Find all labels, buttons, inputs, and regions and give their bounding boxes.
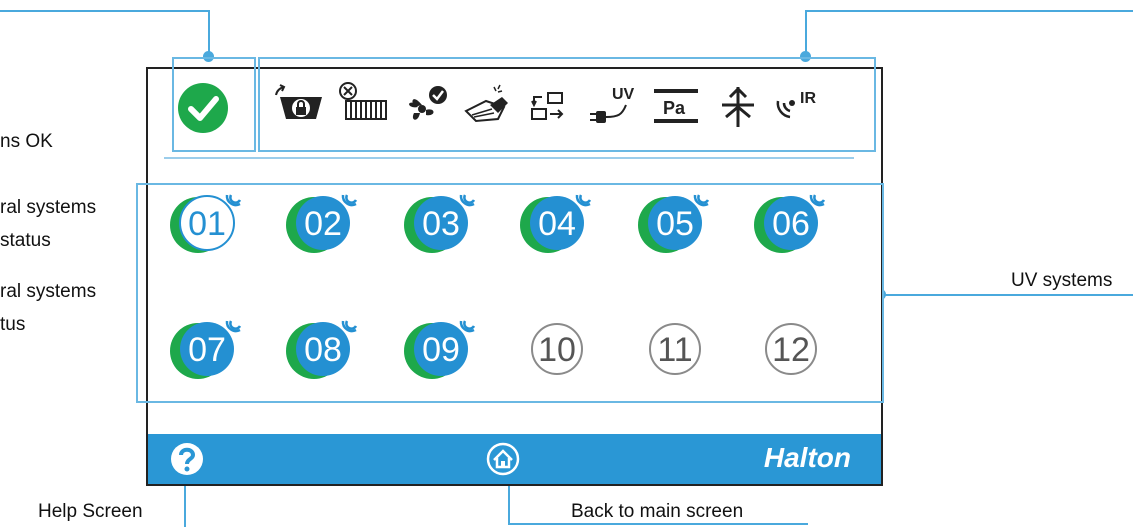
uv-unit-12[interactable]: 12 [746, 313, 836, 383]
uv-unit-08[interactable]: 08 [278, 313, 368, 383]
svg-text:UV: UV [612, 86, 635, 103]
uv-unit-05[interactable]: 05 [630, 187, 720, 257]
unit-signal-wave [225, 194, 241, 207]
device-screen: UV Pa IR 01 02 03 04 05 06 07 08 09 10 11 12 [136, 57, 884, 486]
uv-unit-graphic: 06 [754, 194, 826, 253]
uv-unit-label: 03 [422, 205, 460, 243]
unit-signal-wave [229, 320, 242, 330]
uv-unit-04[interactable]: 04 [512, 187, 602, 257]
svg-text:Pa: Pa [663, 98, 686, 118]
unit-signal-wave [229, 194, 242, 204]
unit-signal-wave [459, 194, 475, 207]
uv-unit-label: 07 [188, 331, 226, 369]
callout-top-right-vertical [805, 10, 807, 57]
uv-unit-label: 10 [538, 331, 576, 369]
uv-unit-09[interactable]: 09 [396, 313, 486, 383]
unit-signal-wave [697, 194, 710, 204]
uv-unit-graphic: 02 [286, 194, 358, 253]
hand-clean-icon[interactable] [458, 77, 518, 137]
uv-unit-label: 09 [422, 331, 460, 369]
uv-unit-graphic: 08 [286, 320, 358, 379]
uv-unit-graphic: 07 [170, 320, 242, 379]
annotation-central-systems-1-line2: status [0, 230, 51, 251]
unit-signal-wave [813, 194, 826, 204]
unit-signal-wave [463, 194, 476, 204]
fire-damper-icon[interactable] [708, 77, 768, 137]
unit-signal-wave [463, 320, 476, 330]
unit-signal-wave [341, 194, 357, 207]
callout-top-right-horizontal [805, 10, 1133, 12]
status-ok-indicator[interactable] [178, 83, 228, 133]
hood-lock-icon[interactable] [270, 77, 330, 137]
pressure-icon[interactable]: Pa [646, 77, 706, 137]
uv-unit-graphic: 11 [649, 323, 701, 375]
unit-signal-wave [579, 194, 592, 204]
annotation-uv-systems: UV systems [1011, 270, 1113, 291]
unit-signal-wave [693, 194, 709, 207]
uv-unit-graphic: 09 [404, 320, 476, 379]
unit-signal-wave [225, 320, 241, 333]
uv-unit-06[interactable]: 06 [746, 187, 836, 257]
home-icon[interactable] [486, 442, 520, 476]
annotation-central-systems-2-line1: ral systems [0, 281, 97, 302]
uv-unit-label: 11 [657, 331, 692, 369]
uv-unit-graphic: 05 [638, 194, 710, 253]
uv-unit-graphic: 04 [520, 194, 592, 253]
unit-signal-wave [345, 320, 358, 330]
uv-unit-02[interactable]: 02 [278, 187, 368, 257]
uv-unit-label: 02 [304, 205, 342, 243]
svg-text:IR: IR [800, 90, 816, 107]
brand-logo: Halton [763, 442, 851, 473]
uv-unit-label: 12 [772, 331, 810, 369]
annotation-systems-ok: ns OK [0, 131, 53, 152]
uv-unit-graphic: 01 [170, 194, 242, 253]
uv-unit-graphic: 03 [404, 194, 476, 253]
uv-plug-icon[interactable]: UV [582, 77, 642, 137]
annotation-central-systems-2-line2: tus [0, 314, 26, 335]
unit-signal-wave [575, 194, 591, 207]
unit-signal-wave [809, 194, 825, 207]
uv-unit-graphic: 10 [531, 323, 583, 375]
callout-uv-horizontal [880, 294, 1133, 296]
uv-unit-11[interactable]: 11 [630, 313, 720, 383]
help-icon[interactable] [170, 442, 204, 476]
uv-unit-label: 06 [772, 205, 810, 243]
fan-ok-icon[interactable] [396, 77, 456, 137]
check-icon [188, 96, 219, 121]
switch-io-icon[interactable] [522, 77, 582, 137]
uv-unit-label: 04 [538, 205, 576, 243]
uv-unit-03[interactable]: 03 [396, 187, 486, 257]
footer-bar: Halton [148, 434, 881, 484]
filter-fault-icon[interactable] [334, 77, 394, 137]
uv-unit-graphic: 12 [765, 323, 817, 375]
annotation-central-systems-1-line1: ral systems [0, 197, 97, 218]
uv-unit-label: 05 [656, 205, 694, 243]
callout-top-left-horizontal [0, 10, 210, 12]
uv-unit-01[interactable]: 01 [162, 187, 252, 257]
annotation-back-to-main: Back to main screen [571, 501, 744, 522]
unit-signal-wave [459, 320, 475, 333]
unit-signal-wave [341, 320, 357, 333]
ir-signal-icon[interactable]: IR [768, 77, 828, 137]
uv-unit-label: 01 [188, 205, 226, 243]
callout-top-left-vertical [208, 10, 210, 57]
uv-unit-label: 08 [304, 331, 342, 369]
header-divider [164, 157, 854, 159]
uv-unit-10[interactable]: 10 [512, 313, 602, 383]
annotation-help-screen: Help Screen [38, 501, 143, 522]
uv-unit-07[interactable]: 07 [162, 313, 252, 383]
unit-signal-wave [345, 194, 358, 204]
